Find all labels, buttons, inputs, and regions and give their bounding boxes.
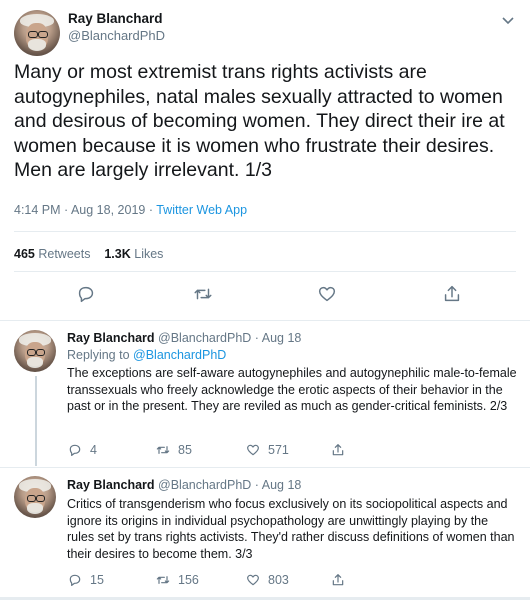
tweet-time[interactable]: 4:14 PM · Aug 18, 2019 · bbox=[14, 203, 156, 217]
like-count: 571 bbox=[268, 443, 289, 457]
retweet-icon[interactable] bbox=[192, 283, 214, 305]
main-tweet: Ray Blanchard @BlanchardPhD Many or most… bbox=[0, 0, 530, 321]
retweet-count: 85 bbox=[178, 443, 192, 457]
retweet-count: 156 bbox=[178, 573, 199, 587]
reply-header: Ray Blanchard @BlanchardPhD · Aug 18 bbox=[67, 331, 301, 345]
share-icon bbox=[332, 444, 344, 456]
tweet-actions bbox=[0, 283, 530, 309]
divider bbox=[14, 271, 516, 272]
tweet-timestamp: 4:14 PM · Aug 18, 2019 · Twitter Web App bbox=[14, 203, 247, 217]
author-avatar[interactable] bbox=[14, 10, 60, 56]
retweet-action[interactable]: 156 bbox=[155, 572, 199, 588]
retweets-label: Retweets bbox=[38, 247, 91, 261]
share-icon[interactable] bbox=[441, 283, 463, 305]
replying-to: Replying to @BlanchardPhD bbox=[67, 348, 226, 362]
divider bbox=[14, 231, 516, 232]
tweet-text: Many or most extremist trans rights acti… bbox=[14, 61, 505, 181]
author-handle-date[interactable]: @BlanchardPhD · Aug 18 bbox=[158, 331, 301, 345]
reply-count: 15 bbox=[90, 573, 104, 587]
author-handle-date[interactable]: @BlanchardPhD · Aug 18 bbox=[158, 478, 301, 492]
author-name[interactable]: Ray Blanchard bbox=[68, 11, 163, 26]
like-icon bbox=[247, 574, 259, 586]
retweet-action[interactable]: 85 bbox=[155, 442, 192, 458]
likes-stat[interactable]: 1.3K Likes bbox=[104, 247, 163, 261]
reply-action[interactable]: 15 bbox=[67, 572, 104, 588]
author-name[interactable]: Ray Blanchard bbox=[67, 478, 155, 492]
reply-count: 4 bbox=[90, 443, 97, 457]
replying-prefix: Replying to bbox=[67, 348, 134, 362]
author-avatar[interactable] bbox=[14, 330, 56, 372]
author-name[interactable]: Ray Blanchard bbox=[67, 331, 155, 345]
reply-icon bbox=[69, 574, 81, 586]
tweet-text: The exceptions are self-aware autogyneph… bbox=[67, 366, 517, 414]
retweet-icon bbox=[156, 446, 170, 454]
reply-tweet[interactable]: Ray Blanchard @BlanchardPhD · Aug 18 Cri… bbox=[0, 468, 530, 597]
chevron-down-icon[interactable] bbox=[500, 12, 516, 28]
reply-header: Ray Blanchard @BlanchardPhD · Aug 18 bbox=[67, 478, 301, 492]
retweets-count: 465 bbox=[14, 247, 35, 261]
author-handle[interactable]: @BlanchardPhD bbox=[68, 28, 165, 43]
like-action[interactable]: 803 bbox=[245, 572, 289, 588]
retweet-icon bbox=[156, 576, 170, 584]
share-action[interactable] bbox=[330, 572, 346, 588]
retweets-stat[interactable]: 465 Retweets bbox=[14, 247, 90, 261]
author-avatar[interactable] bbox=[14, 476, 56, 518]
tweet-stats: 465 Retweets 1.3K Likes bbox=[14, 247, 163, 261]
reply-action[interactable]: 4 bbox=[67, 442, 97, 458]
share-icon bbox=[332, 574, 344, 586]
reply-tweet[interactable]: Ray Blanchard @BlanchardPhD · Aug 18 Rep… bbox=[0, 320, 530, 468]
like-action[interactable]: 571 bbox=[245, 442, 289, 458]
share-action[interactable] bbox=[330, 442, 346, 458]
tweet-text: Critics of transgenderism who focus excl… bbox=[67, 497, 515, 561]
likes-count: 1.3K bbox=[104, 247, 131, 261]
tweet-source-link[interactable]: Twitter Web App bbox=[156, 203, 247, 217]
like-icon bbox=[247, 444, 259, 456]
likes-label: Likes bbox=[134, 247, 164, 261]
reply-icon bbox=[69, 444, 81, 456]
thread-line bbox=[35, 376, 37, 466]
like-count: 803 bbox=[268, 573, 289, 587]
like-icon[interactable] bbox=[316, 283, 338, 305]
replying-to-link[interactable]: @BlanchardPhD bbox=[133, 348, 226, 362]
reply-icon[interactable] bbox=[75, 283, 97, 305]
